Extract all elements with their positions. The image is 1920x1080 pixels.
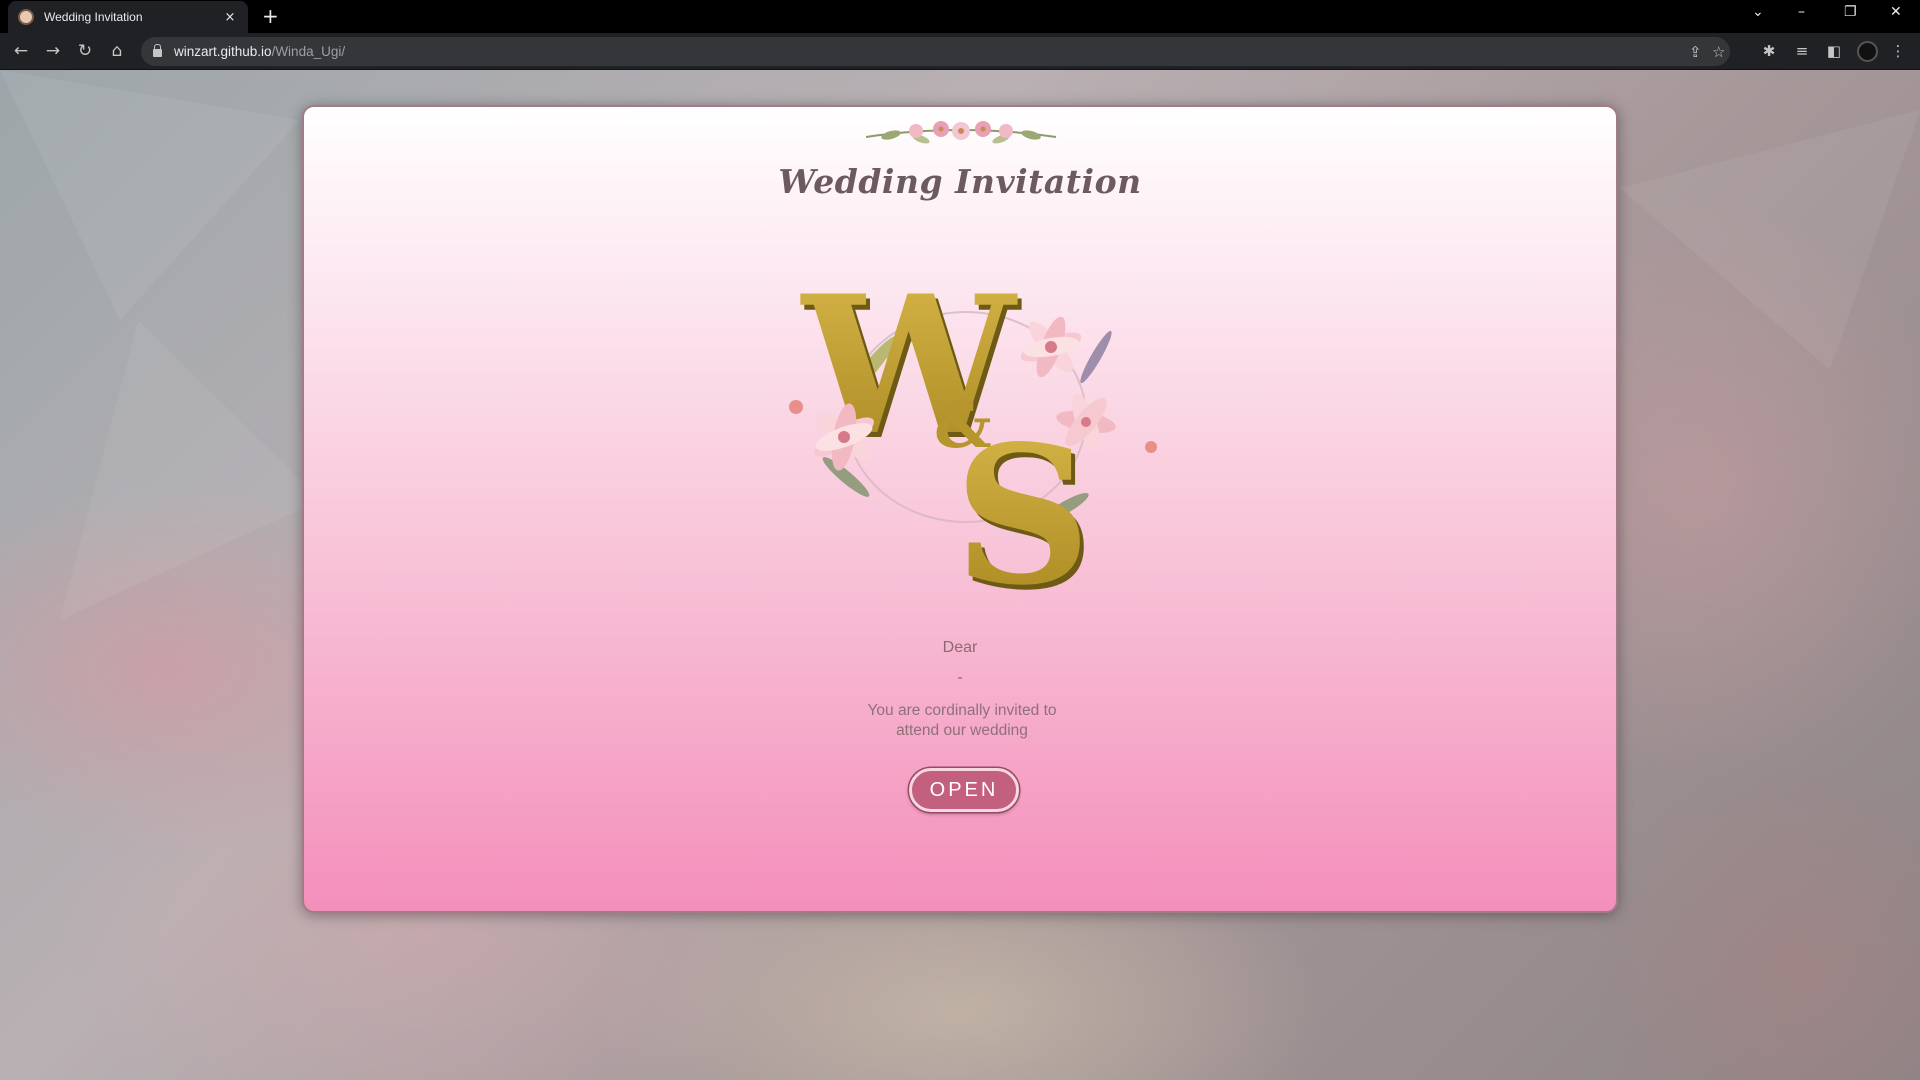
page-viewport: Wedding Invitation W W & S S Dear - You …	[0, 70, 1920, 1080]
lock-icon[interactable]	[153, 44, 162, 57]
browser-tab-strip: Wedding Invitation × + ⌄ – ❐ ✕	[0, 0, 1920, 33]
url-path: /Winda_Ugi/	[271, 44, 346, 59]
browser-menu-icon[interactable]: ⋮	[1888, 42, 1908, 60]
favicon-icon	[18, 9, 34, 25]
floral-garland-icon	[865, 121, 1057, 144]
forward-button[interactable]: →	[42, 40, 64, 62]
tab-close-icon[interactable]: ×	[222, 10, 238, 25]
restore-button[interactable]: ❐	[1844, 4, 1857, 20]
reading-list-icon[interactable]: ≡	[1792, 42, 1812, 60]
address-bar[interactable]: winzart.github.io/Winda_Ugi/ ⇪ ☆	[141, 37, 1730, 66]
browser-toolbar: ← → ↻ ⌂ winzart.github.io/Winda_Ugi/ ⇪ ☆…	[0, 33, 1920, 70]
new-tab-button[interactable]: +	[262, 5, 279, 27]
reload-button[interactable]: ↻	[74, 40, 96, 62]
invitation-message-line: You are cordinally invited to	[867, 702, 1057, 719]
browser-tab[interactable]: Wedding Invitation ×	[8, 1, 248, 33]
invitation-message-line: attend our wedding	[896, 722, 1028, 739]
dear-label: Dear	[942, 639, 978, 656]
back-button[interactable]: ←	[10, 40, 32, 62]
minimize-button[interactable]: –	[1798, 4, 1805, 20]
share-icon[interactable]: ⇪	[1689, 43, 1702, 61]
invitation-title: Wedding Invitation	[778, 162, 1142, 201]
open-invitation-button[interactable]: OPEN	[909, 768, 1019, 812]
background-facet	[60, 320, 320, 620]
profile-avatar[interactable]	[1857, 41, 1878, 62]
guest-name: -	[957, 669, 963, 686]
home-button[interactable]: ⌂	[106, 40, 128, 62]
berry-icon	[789, 400, 803, 414]
tab-title: Wedding Invitation	[44, 10, 143, 24]
close-window-button[interactable]: ✕	[1890, 4, 1902, 20]
extensions-icon[interactable]: ✱	[1759, 42, 1779, 60]
invitation-message: You are cordinally invited to attend our…	[812, 701, 1112, 741]
invitation-card: Wedding Invitation W W & S S Dear - You …	[302, 105, 1618, 913]
berry-icon	[1145, 441, 1157, 453]
bookmark-star-icon[interactable]: ☆	[1712, 43, 1725, 61]
background-facet	[1620, 110, 1920, 370]
url-host: winzart.github.io	[174, 44, 272, 59]
monogram-illustration: W W & S S	[789, 254, 1157, 597]
background-facet	[0, 70, 300, 320]
tab-search-icon[interactable]: ⌄	[1752, 4, 1764, 20]
side-panel-icon[interactable]: ◧	[1824, 42, 1844, 60]
